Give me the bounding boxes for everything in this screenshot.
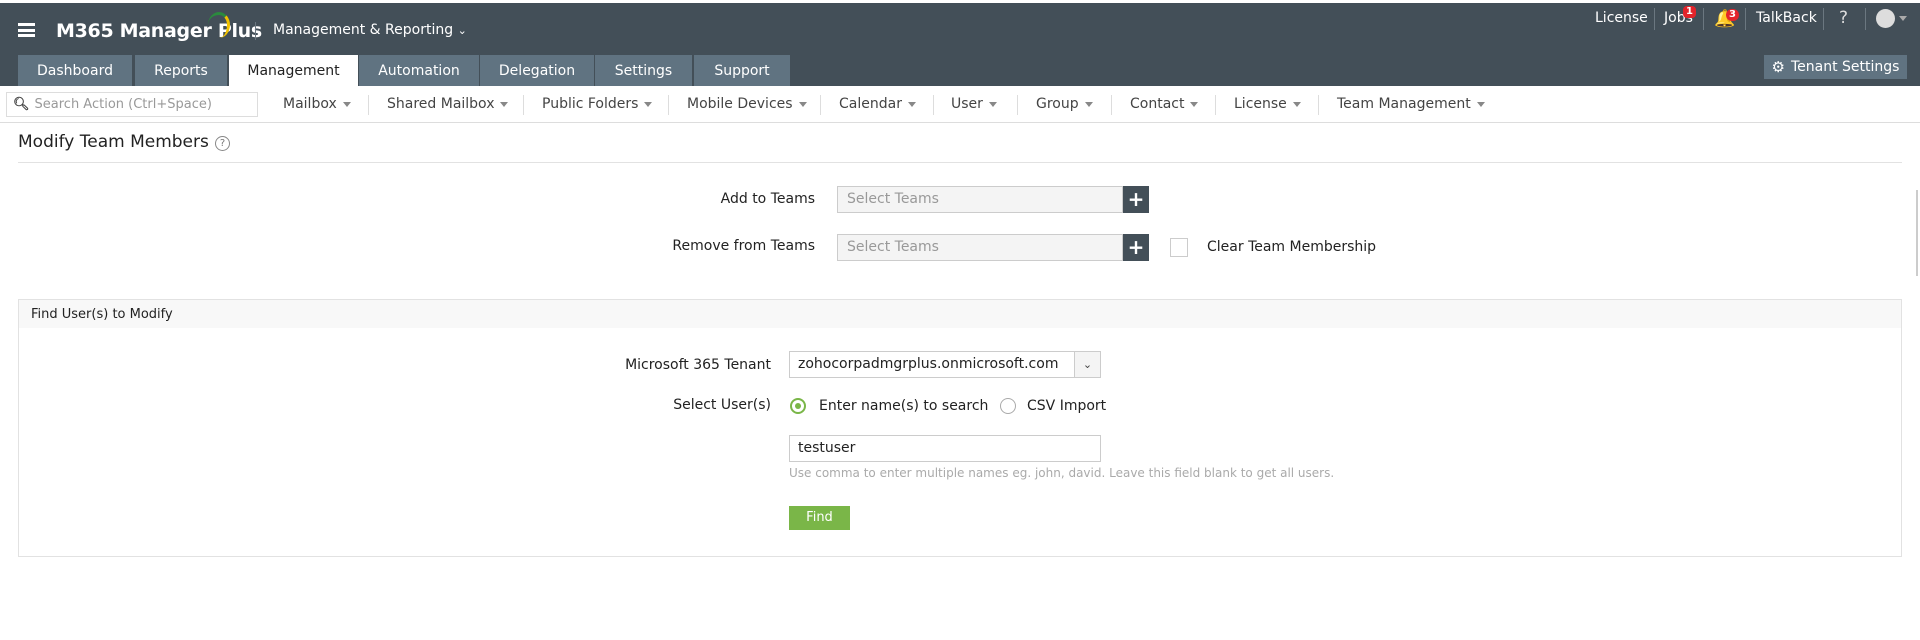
add-to-teams-label: Add to Teams	[720, 191, 815, 207]
divider	[933, 95, 934, 115]
divider	[1703, 8, 1704, 30]
divider	[668, 95, 669, 115]
caret-down-icon	[644, 101, 653, 107]
license-link[interactable]: License	[1595, 10, 1648, 26]
menu-label: Calendar	[839, 96, 902, 112]
caret-down-icon	[500, 101, 509, 107]
avatar-icon[interactable]	[1876, 9, 1895, 28]
tab-automation[interactable]: Automation	[359, 55, 479, 86]
caret-down-icon	[1190, 101, 1199, 107]
hamburger-menu-icon[interactable]	[18, 23, 35, 37]
remove-teams-plus-button[interactable]: +	[1123, 234, 1149, 261]
radio-csv-import[interactable]	[1000, 398, 1016, 414]
find-button[interactable]: Find	[789, 506, 850, 530]
menu-user[interactable]: User	[951, 96, 997, 112]
tab-management[interactable]: Management	[229, 55, 358, 86]
menu-public-folders[interactable]: Public Folders	[542, 96, 653, 112]
chevron-down-icon: ⌄	[457, 24, 467, 37]
divider	[1654, 8, 1655, 30]
chevron-down-icon[interactable]: ⌄	[1074, 352, 1100, 377]
divider	[1017, 95, 1018, 115]
menu-group[interactable]: Group	[1036, 96, 1093, 112]
menu-license[interactable]: License	[1234, 96, 1301, 112]
search-placeholder: Search Action (Ctrl+Space)	[34, 97, 212, 112]
app-logo: M365 Manager Plus	[56, 20, 262, 42]
tab-support[interactable]: Support	[694, 55, 790, 86]
menu-team-management[interactable]: Team Management	[1337, 96, 1485, 112]
help-icon[interactable]: ?	[1839, 8, 1848, 28]
find-users-panel	[18, 299, 1902, 557]
caret-down-icon	[907, 101, 916, 107]
alerts-badge: 3	[1726, 9, 1739, 21]
divider	[820, 95, 821, 115]
radio-csv-import-label: CSV Import	[1027, 398, 1107, 414]
tab-reports[interactable]: Reports	[135, 55, 227, 86]
help-icon[interactable]: ?	[215, 136, 230, 151]
add-teams-plus-button[interactable]: +	[1123, 186, 1149, 213]
caret-down-icon	[1292, 101, 1301, 107]
menu-label: User	[951, 96, 983, 112]
caret-down-icon	[342, 101, 351, 107]
remove-from-teams-label: Remove from Teams	[672, 238, 815, 254]
add-teams-input[interactable]: Select Teams	[837, 186, 1123, 213]
menu-shared-mailbox[interactable]: Shared Mailbox	[387, 96, 509, 112]
search-action-input[interactable]: 🔍︎ Search Action (Ctrl+Space)	[6, 92, 258, 117]
tenant-select[interactable]: zohocorpadmgrplus.onmicrosoft.com ⌄	[789, 351, 1101, 378]
jobs-badge: 1	[1683, 6, 1696, 18]
tab-dashboard[interactable]: Dashboard	[18, 55, 132, 86]
gear-icon: ⚙	[1771, 58, 1785, 76]
scrollbar[interactable]	[1916, 190, 1918, 276]
radio-enter-names[interactable]	[790, 398, 806, 414]
divider	[18, 162, 1902, 163]
menu-label: License	[1234, 96, 1287, 112]
clear-team-membership-checkbox[interactable]	[1170, 238, 1188, 257]
find-users-panel-title: Find User(s) to Modify	[18, 299, 1902, 328]
divider	[523, 95, 524, 115]
caret-down-icon	[988, 101, 997, 107]
caret-down-icon[interactable]	[1899, 16, 1907, 21]
select-users-label: Select User(s)	[673, 397, 771, 413]
menu-label: Group	[1036, 96, 1079, 112]
divider	[1745, 8, 1746, 30]
tenant-settings-button[interactable]: ⚙ Tenant Settings	[1764, 55, 1907, 79]
divider	[1111, 95, 1112, 115]
menu-label: Public Folders	[542, 96, 639, 112]
menu-mailbox[interactable]: Mailbox	[283, 96, 351, 112]
logo-arc-icon	[208, 12, 230, 38]
tenant-settings-label: Tenant Settings	[1790, 59, 1900, 75]
tenant-select-value: zohocorpadmgrplus.onmicrosoft.com	[798, 356, 1059, 372]
caret-down-icon	[1476, 101, 1485, 107]
menu-label: Shared Mailbox	[387, 96, 495, 112]
menu-calendar[interactable]: Calendar	[839, 96, 916, 112]
menu-mobile-devices[interactable]: Mobile Devices	[687, 96, 807, 112]
user-names-input[interactable]: testuser	[789, 435, 1101, 462]
caret-down-icon	[798, 101, 807, 107]
divider	[1823, 8, 1824, 30]
tenant-label: Microsoft 365 Tenant	[625, 357, 771, 373]
divider	[255, 22, 256, 40]
tab-delegation[interactable]: Delegation	[480, 55, 594, 86]
divider	[368, 95, 369, 115]
page-title: Modify Team Members	[18, 132, 209, 152]
remove-teams-input[interactable]: Select Teams	[837, 234, 1123, 261]
caret-down-icon	[1084, 101, 1093, 107]
menu-label: Mailbox	[283, 96, 337, 112]
tab-settings[interactable]: Settings	[595, 55, 692, 86]
menu-label: Mobile Devices	[687, 96, 793, 112]
radio-enter-names-label: Enter name(s) to search	[819, 398, 989, 414]
product-switcher-label: Management & Reporting	[273, 22, 454, 38]
divider	[1865, 8, 1866, 30]
menu-label: Team Management	[1337, 96, 1471, 112]
divider	[1215, 95, 1216, 115]
product-switcher[interactable]: Management & Reporting ⌄	[273, 22, 467, 38]
menu-contact[interactable]: Contact	[1130, 96, 1199, 112]
search-icon: 🔍︎	[13, 97, 30, 112]
divider	[1318, 95, 1319, 115]
talkback-link[interactable]: TalkBack	[1756, 10, 1817, 26]
clear-team-membership-label: Clear Team Membership	[1207, 239, 1377, 255]
menu-label: Contact	[1130, 96, 1185, 112]
names-hint: Use comma to enter multiple names eg. jo…	[789, 466, 1335, 480]
